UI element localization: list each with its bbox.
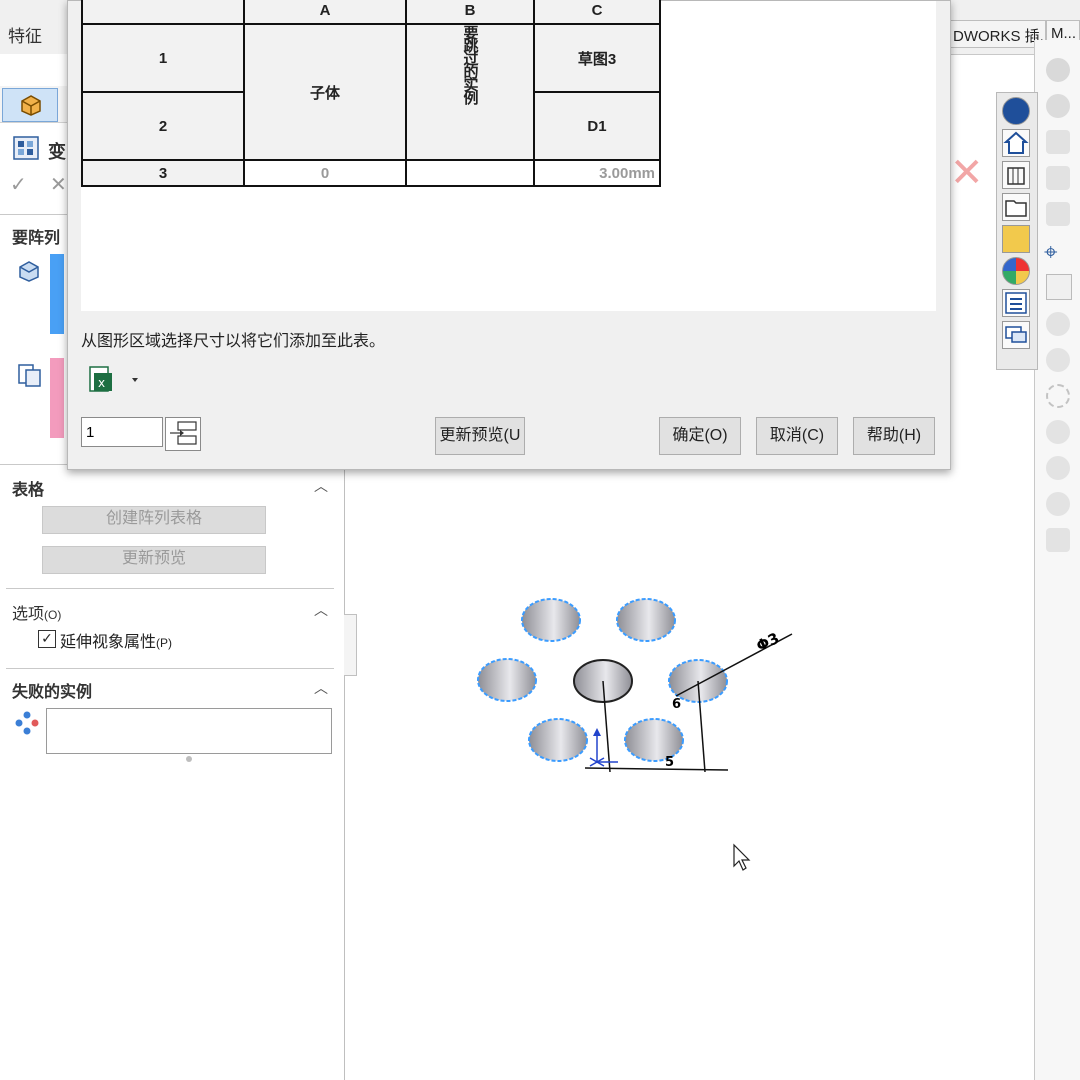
- pattern-icon[interactable]: [1046, 420, 1070, 444]
- update-preview-button[interactable]: 更新预览: [42, 546, 266, 574]
- section-options: 选项(O): [12, 600, 61, 624]
- excel-icon: x: [89, 366, 138, 392]
- resize-grip[interactable]: [186, 756, 192, 762]
- column-header-b[interactable]: B: [405, 0, 535, 25]
- skip-instances-header-cell: 要跳过的实例: [405, 23, 535, 161]
- sketch-header: 草图3: [533, 23, 661, 93]
- decal-icon[interactable]: [1046, 312, 1070, 336]
- task-pane-strip: ⌖: [1034, 40, 1080, 1080]
- section-failed-instances: 失败的实例: [12, 684, 93, 701]
- propagate-visual-label: 延伸视象属性(P): [60, 628, 172, 652]
- instances-icon: [15, 711, 39, 735]
- properties-list-icon[interactable]: [1002, 289, 1030, 317]
- insert-row-icon: [170, 421, 197, 445]
- section-features-to-pattern: 要阵列: [12, 230, 61, 247]
- library-icon[interactable]: [1046, 166, 1070, 190]
- section-table: 表格: [12, 482, 45, 499]
- pattern-hole: [521, 598, 581, 642]
- sphere-icon[interactable]: [1046, 348, 1070, 372]
- diameter-dimension[interactable]: Φ3: [753, 629, 782, 655]
- section-options-shortcut: (O): [44, 608, 62, 622]
- feature-title: 变: [48, 142, 66, 162]
- view-palette-icon[interactable]: [1002, 225, 1030, 253]
- variable-pattern-icon: [13, 136, 39, 160]
- cancel-button[interactable]: 取消(C): [756, 417, 838, 455]
- comments-icon[interactable]: [1002, 321, 1030, 349]
- create-pattern-table-button[interactable]: 创建阵列表格: [42, 506, 266, 534]
- dimension-6[interactable]: 6: [672, 697, 681, 712]
- 3d-view-icon[interactable]: [1002, 161, 1030, 189]
- column-header-a[interactable]: A: [243, 0, 407, 25]
- propagate-visual-checkbox[interactable]: ✓: [38, 630, 56, 648]
- pattern-table: A B C 1 子体 要跳过的实例 草图3 2 D1 3 0 3.00mm: [81, 0, 661, 187]
- pattern-hole: [624, 718, 684, 762]
- propagate-visual-shortcut: (P): [156, 636, 173, 650]
- cancel-x-icon[interactable]: ✕: [50, 172, 67, 196]
- part-icon[interactable]: [1046, 94, 1070, 118]
- svg-text:x: x: [98, 376, 105, 390]
- clock-icon[interactable]: [1046, 492, 1070, 516]
- home-icon[interactable]: [1002, 129, 1030, 157]
- appearance-ball-icon[interactable]: [1002, 257, 1030, 285]
- add-row-button[interactable]: [165, 417, 201, 451]
- tab-solidworks-addins[interactable]: DWORKS 插...: [948, 20, 1046, 48]
- instance-count-input[interactable]: [81, 417, 163, 447]
- reject-x-icon[interactable]: ✕: [950, 150, 984, 196]
- row-header-3[interactable]: 3: [81, 159, 245, 187]
- table-cell-a3[interactable]: 0: [243, 159, 407, 187]
- selection-icon[interactable]: [1046, 384, 1070, 408]
- update-preview-dialog-button[interactable]: 更新预览(U: [435, 417, 525, 455]
- camera-icon[interactable]: [1046, 274, 1072, 300]
- dimension-5[interactable]: 5: [665, 755, 674, 770]
- pattern-hole: [528, 718, 588, 762]
- chevron-up-icon[interactable]: ︿: [314, 678, 328, 698]
- row-header-2[interactable]: 2: [81, 91, 245, 161]
- chevron-up-icon[interactable]: ︿: [314, 476, 328, 496]
- graphics-area[interactable]: Φ3 6 5: [345, 468, 1035, 1080]
- document-icon[interactable]: [1046, 130, 1070, 154]
- chevron-up-icon[interactable]: ︿: [314, 600, 328, 620]
- dimension-header: D1: [533, 91, 661, 161]
- feature-manager-tab[interactable]: [2, 88, 58, 122]
- section-options-label: 选项: [12, 606, 45, 623]
- pattern-instances: [477, 598, 728, 762]
- gear-icon[interactable]: [1046, 58, 1070, 82]
- features-faces-icon: [19, 261, 39, 282]
- cube-feature-icon: [21, 95, 41, 116]
- ok-button[interactable]: 确定(O): [659, 417, 741, 455]
- divider: [6, 668, 334, 669]
- origin-icon: [589, 728, 618, 767]
- export-excel-button[interactable]: x: [88, 365, 138, 395]
- pattern-table-area: A B C 1 子体 要跳过的实例 草图3 2 D1 3 0 3.00mm: [81, 0, 936, 311]
- dialog-hint-text: 从图形区域选择尺寸以将它们添加至此表。: [81, 333, 386, 350]
- divider: [6, 588, 334, 589]
- appearance-icon[interactable]: [1046, 456, 1070, 480]
- pattern-hole: [477, 658, 537, 702]
- help-button[interactable]: 帮助(H): [853, 417, 935, 455]
- features-selection-box[interactable]: [50, 254, 64, 334]
- reference-selection-box[interactable]: [50, 358, 64, 438]
- table-cell-c3[interactable]: 3.00mm: [533, 159, 661, 187]
- globe-icon[interactable]: [1002, 97, 1030, 125]
- table-cell-b3[interactable]: [405, 159, 535, 187]
- heads-up-toolbar: [996, 92, 1038, 370]
- pattern-hole: [616, 598, 676, 642]
- seed-body-header: 子体: [243, 23, 407, 161]
- propagate-visual-text: 延伸视象属性: [60, 634, 157, 651]
- folder-icon[interactable]: [1046, 202, 1070, 226]
- tab-features[interactable]: 特征: [8, 22, 68, 50]
- reference-sketch-icon: [18, 364, 41, 387]
- column-header-c[interactable]: C: [533, 0, 661, 25]
- ok-check-icon[interactable]: ✓: [10, 172, 27, 196]
- row-header-1[interactable]: 1: [81, 23, 245, 93]
- open-folder-icon[interactable]: [1002, 193, 1030, 221]
- failed-instances-list[interactable]: [46, 708, 332, 754]
- scene-icon[interactable]: [1046, 528, 1070, 552]
- crosshair-icon[interactable]: ⌖: [1044, 238, 1080, 266]
- mouse-cursor-icon: [733, 843, 751, 871]
- skip-instances-header: 要跳过的实例: [461, 25, 479, 103]
- pattern-table-dialog: A B C 1 子体 要跳过的实例 草图3 2 D1 3 0 3.00mm 从图…: [67, 0, 951, 470]
- table-corner-cell: [81, 0, 245, 25]
